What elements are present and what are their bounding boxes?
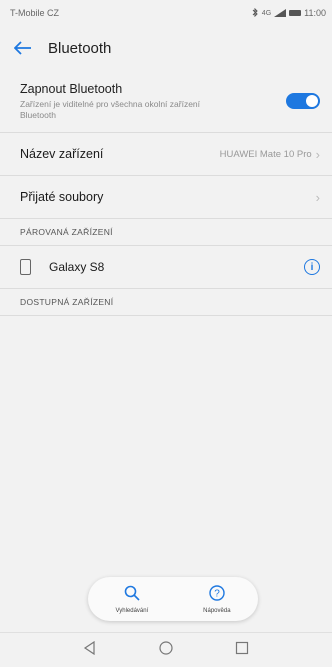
nav-home-icon[interactable] <box>159 640 173 660</box>
phone-icon <box>20 259 31 275</box>
bottom-action-bar: Vyhledávání ? Nápověda <box>88 577 258 621</box>
app-bar: Bluetooth <box>0 26 332 70</box>
device-name-value: HUAWEI Mate 10 Pro <box>219 148 312 160</box>
search-label: Vyhledávání <box>115 607 149 614</box>
switch-knob <box>306 95 318 107</box>
device-name-label: Název zařízení <box>20 147 104 161</box>
battery-icon <box>289 10 302 16</box>
network-type: 4G <box>261 9 272 17</box>
received-files-row[interactable]: Přijaté soubory › <box>0 176 332 219</box>
clock: 11:00 <box>304 8 326 18</box>
chevron-right-icon: › <box>315 146 320 162</box>
paired-device-row[interactable]: Galaxy S8 i <box>0 246 332 289</box>
status-icons: 4G 11:00 <box>252 7 326 19</box>
bluetooth-toggle-row[interactable]: Zapnout Bluetooth Zařízení je viditelné … <box>0 70 332 133</box>
help-button[interactable]: ? Nápověda <box>203 584 231 614</box>
device-name-row[interactable]: Název zařízení HUAWEI Mate 10 Pro › <box>0 133 332 176</box>
available-devices-header: DOSTUPNÁ ZAŘÍZENÍ <box>0 289 332 316</box>
paired-device-name: Galaxy S8 <box>49 260 105 274</box>
svg-text:?: ? <box>214 588 220 599</box>
bluetooth-status-icon <box>252 7 259 19</box>
back-arrow-icon[interactable] <box>12 37 34 59</box>
received-files-label: Přijaté soubory <box>20 190 104 204</box>
nav-back-icon[interactable] <box>83 640 97 660</box>
search-button[interactable]: Vyhledávání <box>115 585 148 614</box>
carrier-name: T-Mobile CZ <box>10 8 60 18</box>
toggle-label: Zapnout Bluetooth <box>20 81 123 96</box>
search-icon <box>124 585 140 606</box>
chevron-right-icon: › <box>315 189 320 205</box>
nav-recents-icon[interactable] <box>235 641 249 660</box>
signal-icon <box>274 9 287 17</box>
help-label: Nápověda <box>203 607 231 614</box>
toggle-description: Zařízení je viditelné pro všechna okolní… <box>20 98 201 120</box>
paired-devices-header: PÁROVANÁ ZAŘÍZENÍ <box>0 219 332 246</box>
system-nav-bar <box>0 632 332 667</box>
info-icon[interactable]: i <box>304 259 320 275</box>
status-bar: T-Mobile CZ 4G 11:00 <box>0 0 332 26</box>
page-title: Bluetooth <box>48 39 112 57</box>
help-icon: ? <box>209 584 225 606</box>
bluetooth-switch[interactable] <box>286 93 320 109</box>
